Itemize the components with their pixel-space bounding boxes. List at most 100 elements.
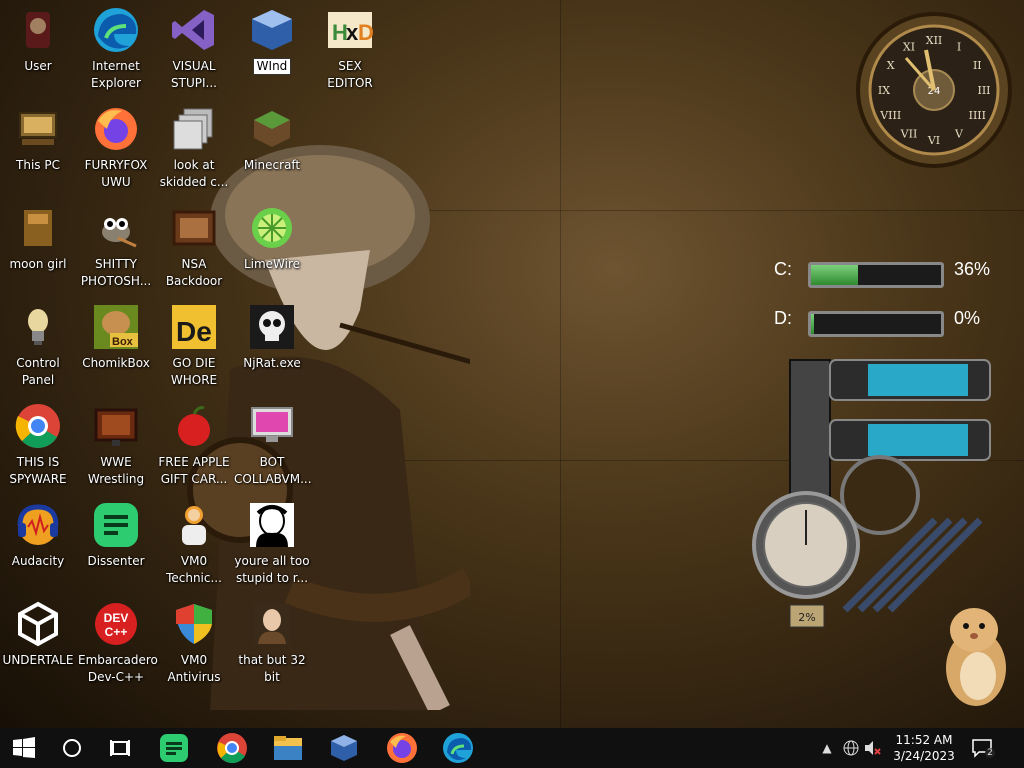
drive-usage-meter: C: 36% — [742, 258, 1012, 288]
desktop-icon[interactable]: WWE Wrestling — [78, 396, 154, 488]
user-folder-icon — [14, 6, 62, 54]
taskbar-chrome[interactable] — [208, 728, 256, 768]
hxd-icon: HxD — [326, 6, 374, 54]
hamster-pet-widget[interactable] — [938, 598, 1008, 708]
search-icon — [63, 739, 81, 757]
drive-usage-bar — [808, 262, 944, 288]
monitor-icon — [248, 402, 296, 450]
desktop-icon[interactable]: Audacity — [0, 495, 76, 570]
desktop-icon[interactable]: Control Panel — [0, 297, 76, 389]
gimp-icon — [92, 204, 140, 252]
desktop-icon[interactable]: VM0 Antivirus — [156, 594, 232, 686]
desktop-icon-label: UNDERTALE — [2, 653, 74, 667]
devcpp-icon: DEV C++ — [92, 600, 140, 648]
svg-text:Box: Box — [112, 336, 134, 348]
drive-usage-fill — [811, 265, 858, 285]
desktop-icon[interactable]: Box ChomikBox — [78, 297, 154, 372]
portrait-icon — [248, 501, 296, 549]
desktop-icon-label: GO DIE WHORE — [170, 356, 218, 387]
taskbar-virtualbox[interactable] — [320, 728, 368, 768]
desktop-icon[interactable]: De GO DIE WHORE — [156, 297, 232, 389]
edge-icon — [92, 6, 140, 54]
clock-numeral: III — [977, 84, 990, 97]
clock-numeral: VI — [927, 134, 940, 147]
desktop-icon[interactable]: VISUAL STUPI... — [156, 0, 232, 92]
desktop-icon[interactable]: Internet Explorer — [78, 0, 154, 92]
desktop-icon[interactable]: FREE APPLE GIFT CAR... — [156, 396, 232, 488]
desktop-icon[interactable]: FURRYFOX UWU — [78, 99, 154, 191]
search-button[interactable] — [48, 728, 96, 768]
taskbar-dissenter[interactable] — [150, 728, 198, 768]
limewire-icon — [248, 204, 296, 252]
desktop-icon[interactable]: that but 32 bit — [234, 594, 310, 686]
clock-numeral: X — [887, 59, 895, 72]
desktop-icon[interactable]: WInd — [234, 0, 310, 75]
desktop-icon[interactable]: SHITTY PHOTOSH... — [78, 198, 154, 290]
desktop-icon[interactable]: This PC — [0, 99, 76, 174]
taskbar-clock[interactable]: 11:52 AM 3/24/2023 — [880, 732, 968, 764]
desktop-icon-label: THIS IS SPYWARE — [9, 455, 67, 486]
desktop-icon[interactable]: VM0 Technic... — [156, 495, 232, 587]
desktop-icon-label: BOT COLLABVM... — [234, 455, 312, 486]
desktop-icon[interactable]: youre all too stupid to r... — [234, 495, 310, 587]
desktop-icon-label: NjRat.exe — [243, 356, 301, 370]
rename-field[interactable]: WInd — [252, 58, 292, 75]
desktop-icon[interactable]: NSA Backdoor — [156, 198, 232, 290]
desktop-icon[interactable]: moon girl — [0, 198, 76, 273]
desktop-icon[interactable]: THIS IS SPYWARE — [0, 396, 76, 488]
clock-numeral: V — [954, 127, 964, 140]
firefox-icon — [387, 733, 417, 763]
clock-numeral: IX — [878, 84, 890, 97]
tv-icon — [92, 402, 140, 450]
desktop-icon[interactable]: Minecraft — [234, 99, 310, 174]
folder-icon — [14, 204, 62, 252]
desktop-icon-label: FURRYFOX UWU — [84, 158, 148, 189]
task-view-button[interactable] — [96, 728, 144, 768]
desktop-icon[interactable]: BOT COLLABVM... — [234, 396, 312, 488]
network-button[interactable] — [840, 728, 862, 768]
edge-icon — [443, 733, 473, 763]
desktop-icon[interactable]: Hx D SEX EDITOR — [312, 0, 388, 92]
svg-text:D: D — [358, 20, 374, 45]
desktop-icon-label: WWE Wrestling — [87, 455, 145, 486]
action-center-button[interactable]: 2 — [968, 728, 998, 768]
gauge-percent-label: 2% — [798, 611, 815, 624]
clock-numeral: IIII — [969, 109, 986, 122]
desktop-icon[interactable]: LimeWire — [234, 198, 310, 273]
desktop-icon[interactable]: UNDERTALE — [0, 594, 76, 669]
desktop-icon-label: Minecraft — [243, 158, 301, 172]
desktop-icon-label: NSA Backdoor — [165, 257, 223, 288]
de-icon: De — [170, 303, 218, 351]
computer-icon — [14, 105, 62, 153]
start-button[interactable] — [0, 728, 48, 768]
desktop-icon[interactable]: look at skidded c... — [156, 99, 232, 191]
chrome-icon — [217, 733, 247, 764]
clock-numeral: XII — [926, 34, 943, 47]
notification-count: 2 — [985, 748, 995, 758]
taskbar-file-explorer[interactable] — [264, 728, 312, 768]
desktop-icon-label: look at skidded c... — [159, 158, 229, 189]
windows-logo-icon — [13, 737, 35, 758]
desktop-icon[interactable]: DEV C++ Embarcadero Dev-C++ — [78, 594, 158, 686]
copy-stack-icon — [170, 105, 218, 153]
wallpaper-line — [560, 0, 561, 728]
taskbar-edge[interactable] — [434, 728, 482, 768]
drive-usage-fill — [811, 314, 814, 334]
desktop-icon[interactable]: User — [0, 0, 76, 75]
skull-icon — [248, 303, 296, 351]
drive-usage-bar — [808, 311, 944, 337]
desktop-icon[interactable]: Dissenter — [78, 495, 154, 570]
desktop-icon-label: SEX EDITOR — [327, 59, 373, 90]
desktop-icon-label: VISUAL STUPI... — [171, 59, 217, 90]
drive-letter: C: — [774, 259, 792, 279]
desktop-icon-label: Internet Explorer — [91, 59, 141, 90]
desktop-icon-label: youre all too stupid to r... — [234, 554, 310, 585]
taskbar-firefox[interactable] — [378, 728, 426, 768]
drive-usage-percent: 0% — [954, 308, 981, 328]
desktop-icon-label: User — [24, 59, 52, 73]
show-hidden-icons-button[interactable]: ▲ — [818, 728, 836, 768]
desktop-icon[interactable]: NjRat.exe — [234, 297, 310, 372]
desktop-icon-label: Control Panel — [16, 356, 60, 387]
desktop-icon-label: Audacity — [11, 554, 65, 568]
visual-studio-icon — [170, 6, 218, 54]
